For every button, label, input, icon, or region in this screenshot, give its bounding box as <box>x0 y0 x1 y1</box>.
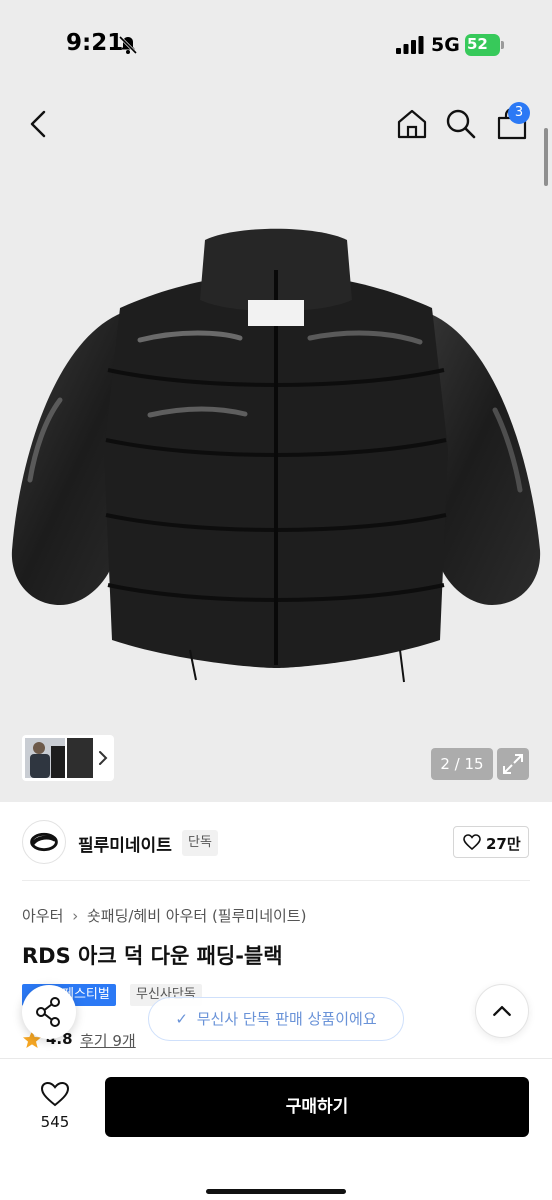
brand-logo[interactable] <box>22 820 66 864</box>
product-title: RDS 아크 덕 다운 패딩-블랙 <box>22 944 283 968</box>
check-icon: ✓ <box>175 1010 188 1028</box>
buy-button[interactable]: 구매하기 <box>105 1077 529 1137</box>
wishlist-button[interactable]: 545 <box>30 1079 80 1139</box>
status-time: 9:21 <box>66 30 124 56</box>
thumbnail-strip[interactable] <box>22 735 114 781</box>
silent-bell-icon <box>118 35 138 55</box>
bottom-action-bar: 545 구매하기 <box>0 1058 552 1200</box>
cellular-signal-icon <box>396 36 424 54</box>
home-indicator <box>206 1189 346 1194</box>
thumbnail-image[interactable] <box>25 738 65 778</box>
battery-icon: 52 <box>465 34 505 56</box>
brand-exclusive-tag: 단독 <box>182 830 218 856</box>
share-icon[interactable] <box>22 985 76 1039</box>
heart-icon <box>40 1081 70 1107</box>
battery-level: 52 <box>467 35 488 53</box>
scrollbar[interactable] <box>544 128 548 186</box>
expand-icon[interactable] <box>497 748 529 780</box>
network-type: 5G <box>431 34 460 56</box>
product-gallery[interactable]: 3 2 / 15 <box>0 90 552 802</box>
chevron-right-icon[interactable] <box>96 749 110 767</box>
brand-like-count: 27만 <box>486 835 521 853</box>
breadcrumb-item-outer[interactable]: 아우터 <box>22 907 63 925</box>
back-arrow-icon[interactable] <box>22 106 58 142</box>
status-bar: 9:21 5G 52 <box>0 0 552 90</box>
breadcrumb-item-short-padding[interactable]: 숏패딩/헤비 아우터 (필루미네이트) <box>87 907 307 925</box>
thumbnail-image-2[interactable] <box>67 738 93 778</box>
brand-like-button[interactable]: 27만 <box>453 826 529 858</box>
cart-count-badge: 3 <box>508 102 530 124</box>
divider <box>22 880 530 881</box>
toast-message: ✓ 무신사 단독 판매 상품이에요 <box>148 997 404 1041</box>
breadcrumb: 아우터 › 숏패딩/헤비 아우터 (필루미네이트) <box>22 905 306 926</box>
chevron-right-icon: › <box>72 907 79 925</box>
wishlist-count: 545 <box>40 1113 70 1131</box>
image-counter: 2 / 15 <box>431 748 493 780</box>
toast-text: 무신사 단독 판매 상품이에요 <box>196 1010 377 1028</box>
search-icon[interactable] <box>443 106 479 142</box>
heart-icon <box>463 834 481 851</box>
scroll-top-icon[interactable] <box>475 984 529 1038</box>
home-icon[interactable] <box>394 106 430 142</box>
review-count-link[interactable]: 후기 9개 <box>80 1030 136 1051</box>
brand-name[interactable]: 필루미네이트 <box>78 831 172 856</box>
product-image <box>11 228 541 683</box>
